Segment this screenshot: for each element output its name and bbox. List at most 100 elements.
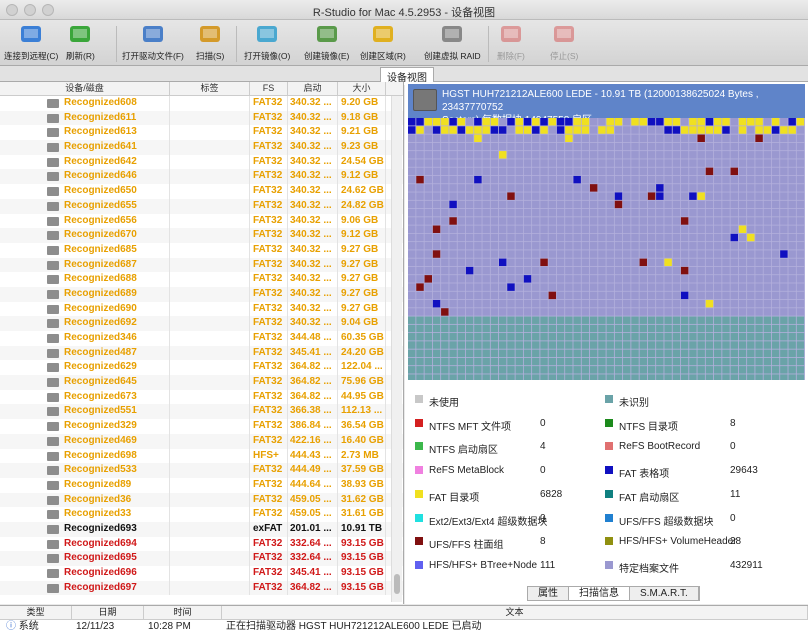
create-image-button[interactable]: 创建镜像(E) (304, 22, 349, 62)
scan-button[interactable]: 扫描(S) (196, 22, 224, 62)
disk-block (747, 225, 755, 233)
disk-block (664, 283, 672, 291)
disk-block (432, 233, 441, 242)
disk-block (515, 316, 523, 324)
device-row[interactable]: Recognized656 FAT32 340.32 ... 9.06 GB (0, 213, 403, 229)
log-column-text[interactable]: 文本 (222, 606, 808, 619)
device-row[interactable]: Recognized645 FAT32 364.82 ... 75.96 GB (0, 375, 403, 390)
device-label-cell (170, 125, 250, 141)
create-region-button[interactable]: 创建区域(R) (360, 22, 406, 62)
disk-block (689, 316, 697, 324)
tab-scan-info[interactable]: 扫描信息 (569, 587, 630, 600)
device-row[interactable]: Recognized551 FAT32 366.38 ... 112.13 ... (0, 404, 403, 420)
disk-block (771, 250, 780, 258)
legend-swatch (605, 489, 613, 498)
device-row[interactable]: Recognized692 FAT32 340.32 ... 9.04 GB (0, 316, 403, 331)
device-row[interactable]: Recognized698 HFS+ 444.43 ... 2.73 MB (0, 448, 403, 464)
device-row[interactable]: Recognized690 FAT32 340.32 ... 9.27 GB (0, 301, 403, 317)
column-header-device[interactable]: 设备/磁盘 (0, 82, 170, 95)
disk-block (614, 258, 623, 267)
column-header-fs[interactable]: FS (250, 82, 288, 95)
legend-value: 432911 (730, 559, 763, 571)
device-row[interactable]: Recognized655 FAT32 340.32 ... 24.82 GB (0, 198, 403, 214)
disk-block (515, 167, 523, 176)
disk-block (763, 225, 772, 233)
disk-block (581, 266, 590, 275)
tab-smart[interactable]: S.M.A.R.T. (630, 587, 699, 600)
device-row[interactable]: Recognized329 FAT32 386.84 ... 36.54 GB (0, 419, 403, 434)
toolbar-button-label: 连接到远程(C) (4, 51, 59, 61)
disk-block (722, 142, 730, 151)
disk-block (548, 299, 557, 308)
device-row[interactable]: Recognized613 FAT32 340.32 ... 9.21 GB (0, 125, 403, 141)
remote-connect-icon (18, 22, 44, 48)
disk-block (523, 324, 532, 333)
device-row[interactable]: Recognized33 FAT32 459.05 ... 31.61 GB (0, 507, 403, 522)
device-row[interactable]: Recognized688 FAT32 340.32 ... 9.27 GB (0, 272, 403, 287)
disk-block (449, 308, 457, 316)
open-drive-file-icon (140, 22, 166, 48)
disk-block (540, 233, 548, 242)
device-row[interactable]: Recognized629 FAT32 364.82 ... 122.04 ... (0, 360, 403, 376)
device-row[interactable]: Recognized685 FAT32 340.32 ... 9.27 GB (0, 242, 403, 258)
disk-block (490, 349, 499, 358)
disk-block (565, 233, 573, 242)
disk-block (788, 175, 796, 184)
disk-block (755, 308, 763, 316)
disk-block (408, 374, 416, 380)
device-row[interactable]: Recognized670 FAT32 340.32 ... 9.12 GB (0, 228, 403, 243)
log-column-type[interactable]: 类型 (0, 606, 72, 619)
disk-block (788, 357, 796, 366)
disk-block (565, 225, 573, 233)
device-row[interactable]: Recognized469 FAT32 422.16 ... 16.40 GB (0, 433, 403, 449)
delete-button[interactable]: 删除(F) (497, 22, 525, 62)
disk-block (457, 233, 466, 242)
refresh-button[interactable]: 刷新(R) (66, 22, 95, 62)
tab-properties[interactable]: 属性 (528, 587, 569, 600)
remote-connect-button[interactable]: 连接到远程(C) (4, 22, 58, 62)
disk-block (747, 233, 755, 242)
create-virtual-raid-button[interactable]: 创建虚拟 RAID (424, 22, 481, 62)
device-row[interactable]: Recognized696 FAT32 345.41 ... 93.15 GB (0, 566, 403, 581)
open-drive-file-button[interactable]: 打开驱动文件(F) (122, 22, 184, 62)
device-row[interactable]: Recognized697 FAT32 364.82 ... 93.15 GB (0, 580, 403, 596)
disk-block (432, 242, 441, 250)
device-row[interactable]: Recognized608 FAT32 340.32 ... 9.20 GB (0, 96, 403, 111)
column-header-start[interactable]: 启动 (288, 82, 338, 95)
device-row[interactable]: Recognized673 FAT32 364.82 ... 44.95 GB (0, 389, 403, 405)
device-row[interactable]: Recognized611 FAT32 340.32 ... 9.18 GB (0, 110, 403, 126)
device-list-scrollbar[interactable] (391, 96, 402, 602)
disk-block (515, 208, 523, 217)
device-row[interactable]: Recognized693 exFAT 201.01 ... 10.91 TB (0, 521, 403, 537)
disk-block-map[interactable] (408, 118, 805, 380)
disk-block (449, 366, 457, 374)
device-row[interactable]: Recognized646 FAT32 340.32 ... 9.12 GB (0, 169, 403, 185)
log-column-date[interactable]: 日期 (72, 606, 144, 619)
device-row[interactable]: Recognized689 FAT32 340.32 ... 9.27 GB (0, 286, 403, 302)
device-row[interactable]: Recognized641 FAT32 340.32 ... 9.23 GB (0, 140, 403, 155)
disk-block (631, 142, 639, 151)
open-image-button[interactable]: 打开镜像(O) (244, 22, 290, 62)
scrollbar-thumb[interactable] (394, 574, 400, 594)
device-row[interactable]: Recognized36 FAT32 459.05 ... 31.62 GB (0, 492, 403, 508)
disk-block (507, 208, 515, 217)
device-row[interactable]: Recognized642 FAT32 340.32 ... 24.54 GB (0, 154, 403, 170)
column-header-label[interactable]: 标签 (170, 82, 250, 95)
device-row[interactable]: Recognized533 FAT32 444.49 ... 37.59 GB (0, 463, 403, 478)
log-row[interactable]: ⓘ 系统 12/11/23 10:28 PM 正在扫描驱动器 HGST HUH7… (0, 620, 808, 634)
disk-block (631, 134, 639, 143)
disk-block (474, 374, 482, 380)
device-row[interactable]: Recognized650 FAT32 340.32 ... 24.62 GB (0, 184, 403, 199)
device-name-cell: Recognized690 (0, 301, 170, 317)
disk-block (598, 374, 606, 380)
stop-button[interactable]: 停止(S) (550, 22, 578, 62)
disk-block (647, 175, 656, 184)
column-header-size[interactable]: 大小 (338, 82, 386, 95)
log-column-time[interactable]: 时间 (144, 606, 222, 619)
device-row[interactable]: Recognized695 FAT32 332.64 ... 93.15 GB (0, 551, 403, 566)
device-row[interactable]: Recognized694 FAT32 332.64 ... 93.15 GB (0, 536, 403, 552)
device-row[interactable]: Recognized487 FAT32 345.41 ... 24.20 GB (0, 345, 403, 361)
device-row[interactable]: Recognized89 FAT32 444.64 ... 38.93 GB (0, 477, 403, 493)
device-row[interactable]: Recognized687 FAT32 340.32 ... 9.27 GB (0, 257, 403, 273)
device-row[interactable]: Recognized346 FAT32 344.48 ... 60.35 GB (0, 331, 403, 346)
